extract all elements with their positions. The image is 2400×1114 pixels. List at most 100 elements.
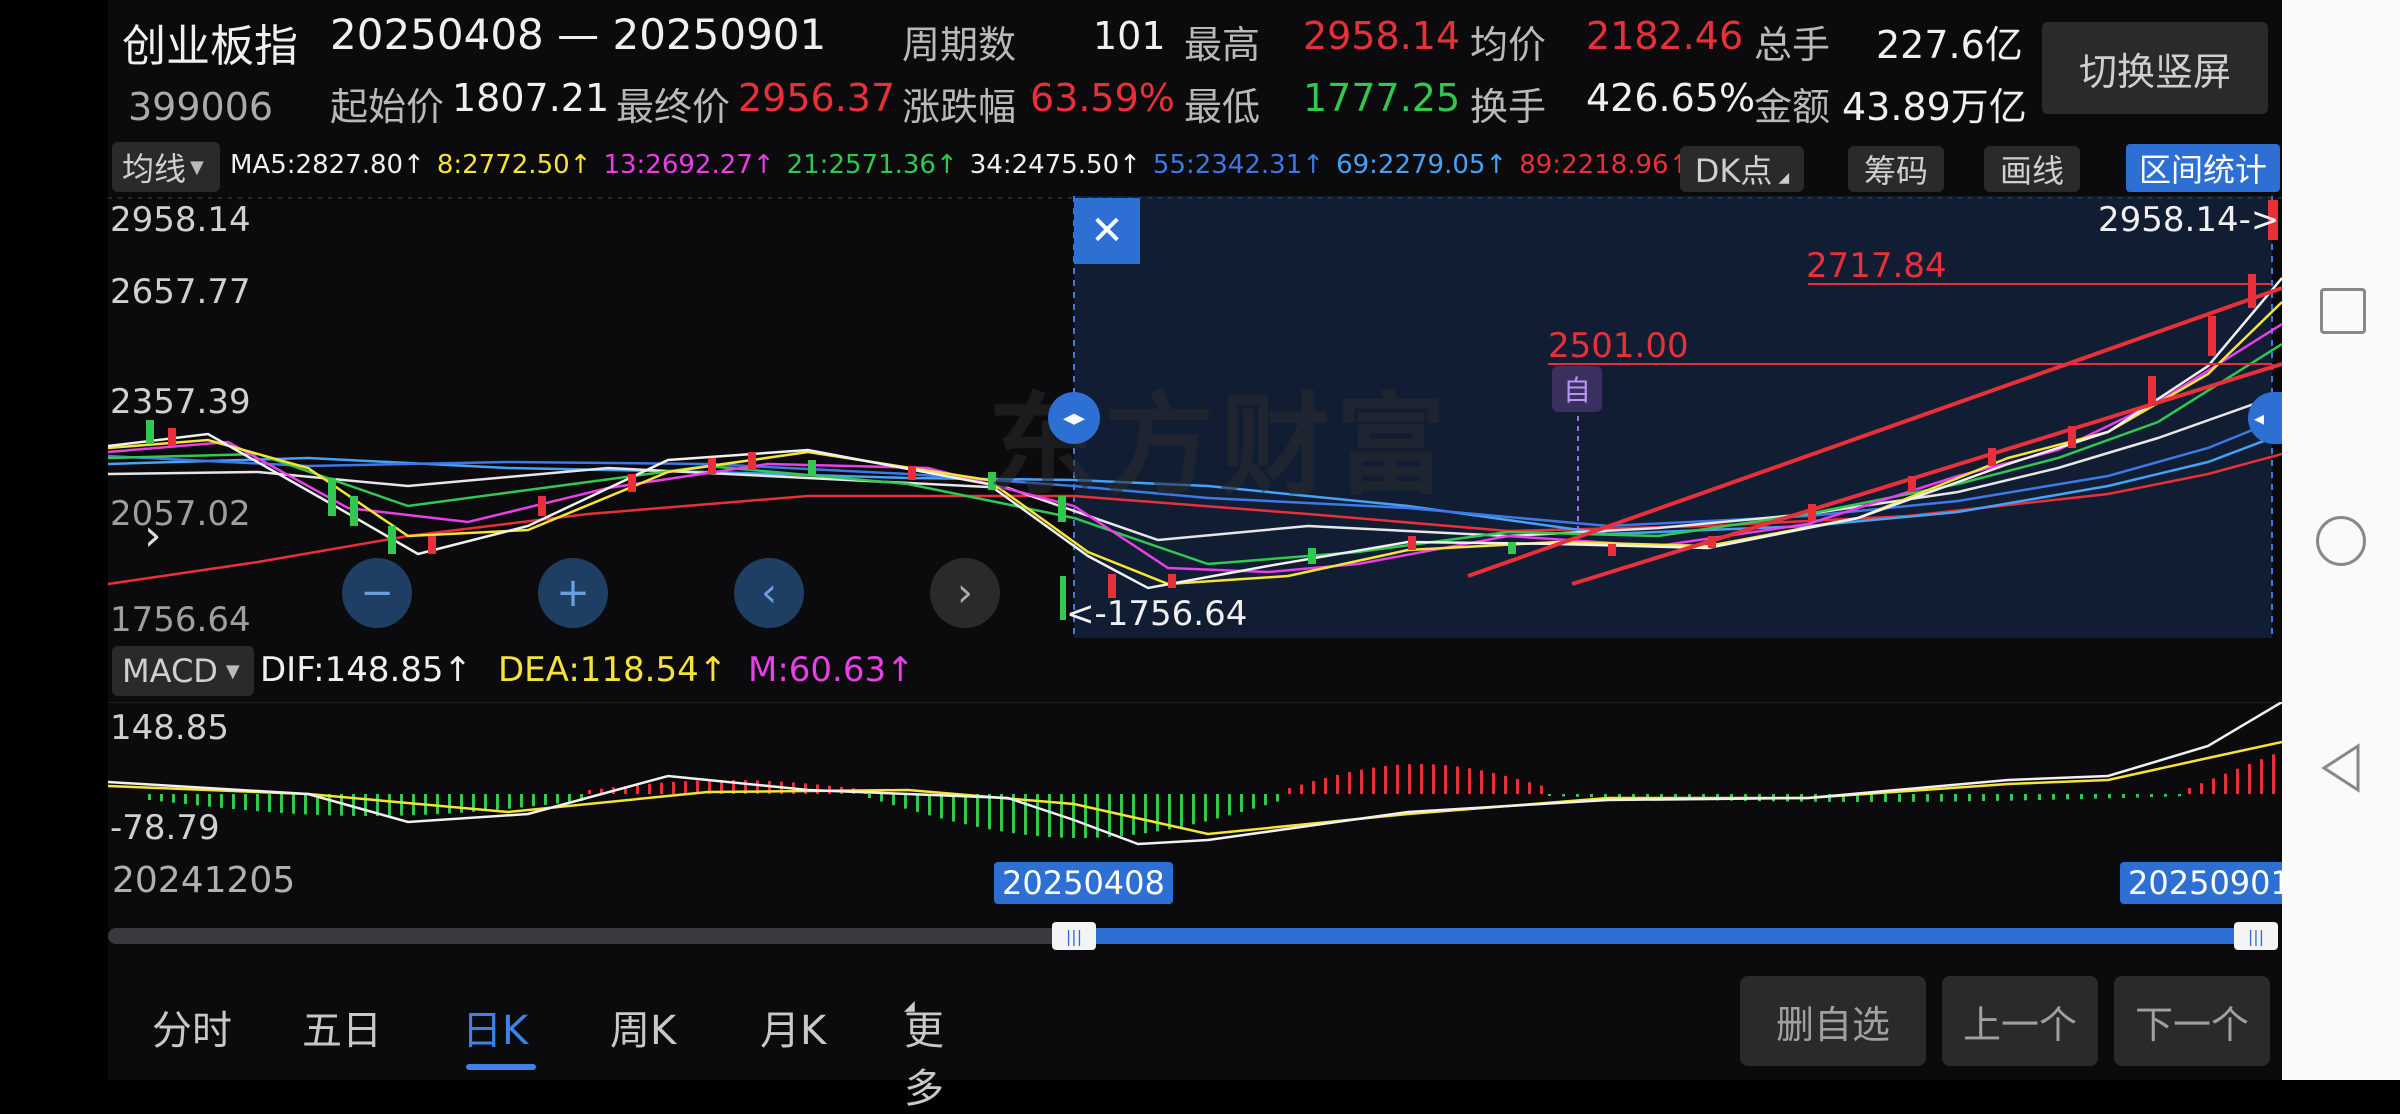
plus-icon: +: [556, 570, 590, 616]
macd-histogram: [148, 754, 2275, 838]
ma-value-2: 13:2692.27↑: [603, 150, 775, 180]
price-axis-4: 1756.64: [110, 600, 251, 640]
drag-horizontal-icon: ◂▸: [1062, 405, 1086, 431]
chevron-right-icon: ›: [957, 570, 973, 616]
open-label: 起始价: [330, 85, 445, 129]
tab-five-day[interactable]: 五日: [302, 998, 382, 1056]
dropdown-arrow-icon: ▼: [225, 660, 240, 682]
amount-label: 金额: [1754, 85, 1831, 129]
range-start-thumb[interactable]: |||: [1052, 922, 1096, 950]
price-axis-0: 2958.14: [110, 200, 251, 240]
selection-left-handle[interactable]: ◂▸: [1048, 392, 1100, 444]
range-selected-track: [1074, 928, 2272, 944]
macd-m: M:60.63↑: [748, 650, 915, 690]
corner-triangle-icon: ◢: [1778, 170, 1790, 186]
level-label-2501: 2501.00: [1548, 326, 1689, 366]
next-button[interactable]: 下一个: [2114, 976, 2270, 1066]
drag-horizontal-icon: ◂: [2254, 406, 2265, 430]
price-axis-3: 2057.02: [110, 494, 251, 534]
macd-axis-top: 148.85: [110, 708, 229, 748]
close-icon: ✕: [1090, 208, 1124, 254]
turnover-value: 426.65%: [1586, 76, 1756, 120]
amount-value: 43.89万亿: [1842, 85, 2027, 129]
macd-dif: DIF:148.85↑: [260, 650, 473, 690]
avg-label: 均价: [1470, 23, 1547, 67]
ma-value-0: MA5:2827.80↑: [230, 150, 425, 180]
selection-start-label: 20250408: [994, 862, 1173, 904]
dk-point-button[interactable]: DK点 ◢: [1680, 146, 1804, 192]
switch-portrait-button[interactable]: 切换竖屏: [2042, 22, 2268, 114]
grip-icon: |||: [1065, 926, 1083, 946]
high-marker: 2958.14->: [2098, 200, 2280, 240]
chevron-left-icon: ‹: [761, 570, 777, 616]
expand-left-icon[interactable]: ›: [144, 510, 162, 561]
low-value: 1777.25: [1303, 76, 1461, 120]
periods-label: 周期数: [902, 23, 1017, 67]
tab-weekly-k[interactable]: 周K: [610, 998, 676, 1056]
price-axis-1: 2657.77: [110, 272, 251, 312]
macd-dea: DEA:118.54↑: [498, 650, 728, 690]
active-tab-indicator: [466, 1064, 536, 1070]
tab-intraday[interactable]: 分时: [152, 998, 232, 1056]
zoom-in-button[interactable]: +: [538, 558, 608, 628]
draw-line-button[interactable]: 画线: [1984, 146, 2080, 192]
ma-value-5: 55:2342.31↑: [1152, 150, 1325, 180]
scroll-right-button[interactable]: ›: [930, 558, 1000, 628]
change-label: 涨跌幅: [902, 85, 1017, 129]
ma-value-3: 21:2571.36↑: [786, 150, 958, 180]
system-nav-bar: [2282, 0, 2400, 1080]
selection-end-label: 20250901: [2120, 862, 2299, 904]
ma-values: MA5:2827.80↑ 8:2772.50↑ 13:2692.27↑ 21:2571…: [230, 150, 1690, 180]
grip-icon: |||: [2247, 926, 2265, 946]
vol-value: 227.6亿: [1876, 23, 2023, 67]
ma-value-6: 69:2279.05↑: [1336, 150, 1508, 180]
low-marker: <-1756.64: [1066, 594, 1248, 634]
close-value: 2956.37: [738, 76, 896, 120]
periods-value: 101: [1093, 14, 1166, 58]
ma-value-1: 8:2772.50↑: [436, 150, 592, 180]
change-value: 63.59%: [1030, 76, 1175, 120]
avg-value: 2182.46: [1586, 14, 1744, 58]
tab-monthly-k[interactable]: 月K: [760, 998, 826, 1056]
dk-point-label: DK点: [1694, 152, 1773, 190]
scroll-left-button[interactable]: ‹: [734, 558, 804, 628]
self-mark-badge[interactable]: 自: [1552, 366, 1602, 412]
index-code: 399006: [128, 85, 274, 129]
level-label-2717: 2717.84: [1806, 246, 1947, 286]
kline-app: 创业板指 20250408 — 20250901 399006 周期数 101 …: [108, 0, 2299, 1112]
zoom-out-button[interactable]: −: [342, 558, 412, 628]
ma-value-4: 34:2475.50↑: [969, 150, 1141, 180]
tab-more-label: 更多: [904, 1008, 944, 1112]
date-range: 20250408 — 20250901: [330, 10, 827, 59]
previous-button[interactable]: 上一个: [1942, 976, 2098, 1066]
timeline-start-date: 20241205: [112, 860, 296, 901]
corner-triangle-icon: ◢: [904, 998, 915, 1014]
low-label: 最低: [1184, 85, 1261, 129]
ma-selector[interactable]: 均线 ▼: [112, 142, 220, 192]
close-label: 最终价: [616, 85, 731, 129]
chip-button[interactable]: 筹码: [1848, 146, 1944, 192]
remove-watchlist-button[interactable]: 删自选: [1740, 976, 1926, 1066]
close-selection-button[interactable]: ✕: [1074, 198, 1140, 264]
macd-axis-bottom: -78.79: [110, 808, 220, 848]
index-name: 创业板指: [122, 21, 298, 72]
range-stats-button[interactable]: 区间统计: [2126, 144, 2280, 192]
price-axis-2: 2357.39: [110, 382, 251, 422]
range-end-thumb[interactable]: |||: [2234, 922, 2278, 950]
tab-daily-k[interactable]: 日K: [462, 998, 528, 1056]
high-label: 最高: [1184, 23, 1261, 67]
high-value: 2958.14: [1303, 14, 1461, 58]
macd-chart[interactable]: [108, 702, 2282, 846]
back-button[interactable]: [2318, 742, 2364, 794]
open-value: 1807.21: [452, 76, 610, 120]
recent-apps-button[interactable]: [2320, 288, 2366, 334]
ma-value-7: 89:2218.96↑: [1519, 150, 1691, 180]
vol-label: 总手: [1754, 23, 1831, 67]
macd-selector-label: MACD: [122, 652, 218, 690]
minus-icon: −: [360, 570, 394, 616]
ma-selector-label: 均线: [122, 150, 187, 188]
turnover-label: 换手: [1470, 85, 1547, 129]
home-button[interactable]: [2316, 516, 2366, 566]
macd-selector[interactable]: MACD ▼: [112, 646, 254, 696]
dropdown-arrow-icon: ▼: [190, 156, 204, 178]
